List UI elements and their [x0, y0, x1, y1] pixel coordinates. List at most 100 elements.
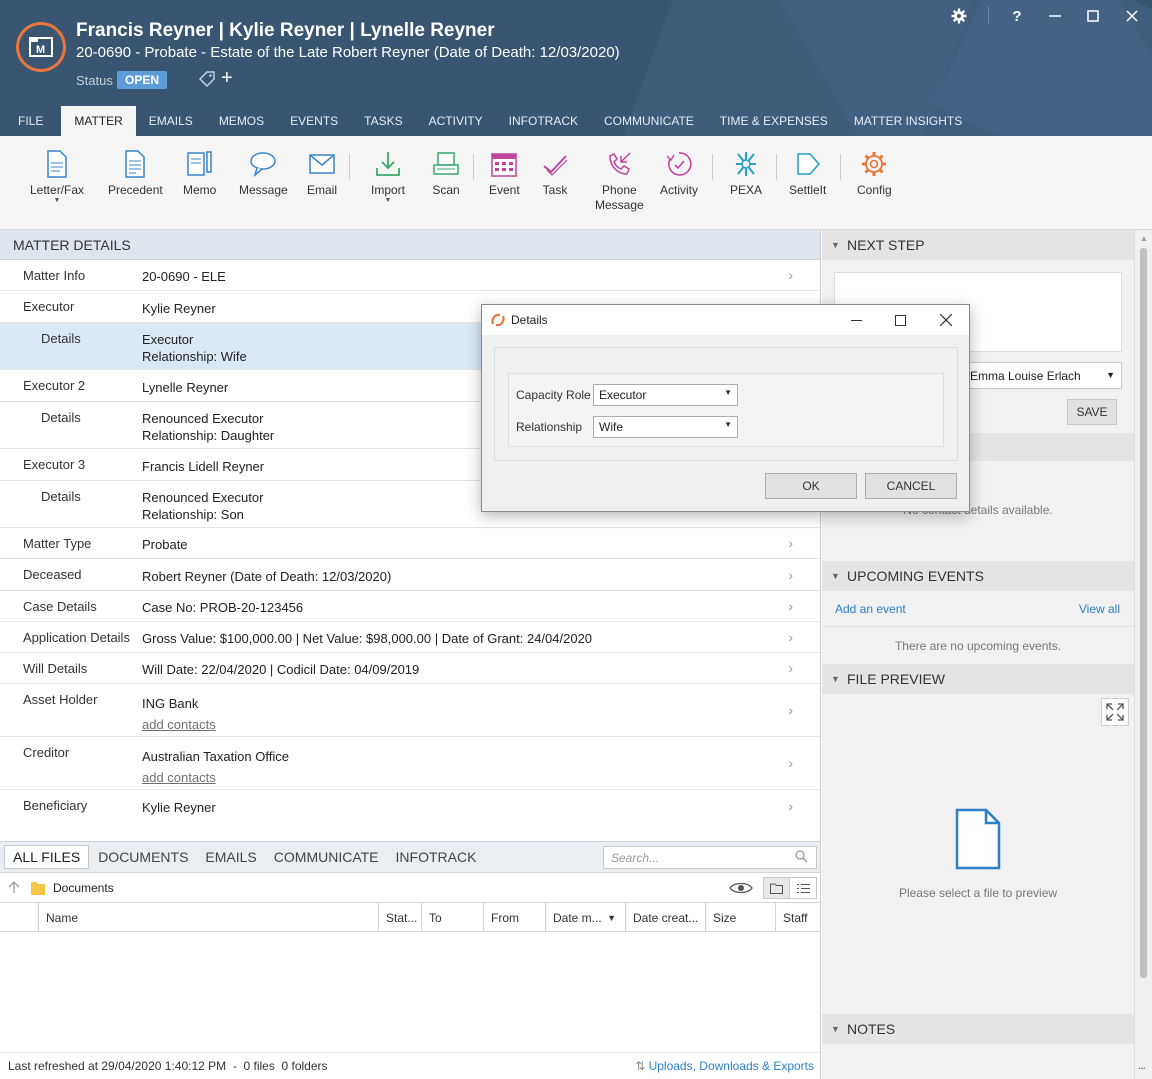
- current-folder[interactable]: Documents: [53, 881, 114, 895]
- close-icon[interactable]: [1120, 4, 1144, 28]
- list-view-icon[interactable]: [790, 878, 816, 898]
- capacity-role-label: Capacity Role: [516, 388, 591, 402]
- detail-row-matter-type[interactable]: Matter Type Probate ›: [0, 528, 820, 559]
- event-button[interactable]: Event: [489, 148, 520, 198]
- help-icon[interactable]: ?: [1005, 4, 1029, 28]
- save-button[interactable]: SAVE: [1067, 399, 1117, 425]
- relationship-select[interactable]: Wife ▼: [593, 416, 738, 438]
- detail-row-will-details[interactable]: Will Details Will Date: 22/04/2020 | Cod…: [0, 653, 820, 684]
- tab-events[interactable]: EVENTS: [277, 106, 351, 136]
- uploads-downloads-link[interactable]: ⇅ Uploads, Downloads & Exports: [635, 1059, 814, 1073]
- maximize-icon[interactable]: [1081, 4, 1105, 28]
- tab-file[interactable]: FILE: [0, 106, 61, 136]
- letter-icon: [42, 148, 72, 180]
- next-step-heading[interactable]: ▼ NEXT STEP: [822, 230, 1134, 260]
- detail-row-beneficiary[interactable]: Beneficiary Kylie Reyner ›: [0, 790, 820, 822]
- tab-time-expenses[interactable]: TIME & EXPENSES: [707, 106, 841, 136]
- main-tabs: FILE MATTER EMAILS MEMOS EVENTS TASKS AC…: [0, 106, 975, 136]
- detail-row-creditor[interactable]: Creditor Australian Taxation Office add c…: [0, 737, 820, 790]
- status-badge[interactable]: OPEN: [117, 71, 168, 89]
- config-button[interactable]: Config: [857, 148, 892, 198]
- upcoming-events-heading[interactable]: ▼ UPCOMING EVENTS: [822, 561, 1134, 591]
- column-name[interactable]: Name: [38, 903, 378, 932]
- tab-memos[interactable]: MEMOS: [206, 106, 277, 136]
- expand-icon[interactable]: [1101, 698, 1129, 726]
- collapse-icon: ▼: [831, 1024, 840, 1034]
- add-tag-icon[interactable]: +: [221, 68, 233, 88]
- sort-down-icon: ▼: [607, 912, 616, 923]
- phone-message-button[interactable]: Phone Message: [595, 148, 644, 213]
- file-preview-heading[interactable]: ▼ FILE PREVIEW: [822, 664, 1134, 694]
- letter-fax-button[interactable]: Letter/Fax ▼: [30, 148, 84, 204]
- column-status[interactable]: Stat...: [378, 903, 421, 932]
- pexa-button[interactable]: PEXA: [730, 148, 762, 198]
- files-search-input[interactable]: Search...: [603, 846, 817, 869]
- tab-matter-insights[interactable]: MATTER INSIGHTS: [841, 106, 975, 136]
- tab-infotrack[interactable]: INFOTRACK: [496, 106, 591, 136]
- up-arrow-icon[interactable]: [8, 881, 20, 896]
- precedent-button[interactable]: Precedent: [108, 148, 163, 198]
- tab-emails[interactable]: EMAILS: [136, 106, 206, 136]
- collapse-icon: ▼: [831, 674, 840, 684]
- no-events-text: There are no upcoming events.: [894, 639, 1062, 653]
- activity-button[interactable]: Activity: [660, 148, 698, 198]
- detail-row-application-details[interactable]: Application Details Gross Value: $100,00…: [0, 622, 820, 653]
- detail-row-asset-holder[interactable]: Asset Holder ING Bank add contacts ›: [0, 684, 820, 737]
- cancel-button[interactable]: CANCEL: [865, 473, 957, 499]
- tag-icon[interactable]: [197, 69, 217, 89]
- column-date-created[interactable]: Date creat...: [625, 903, 705, 932]
- close-icon[interactable]: [936, 310, 956, 330]
- maximize-icon[interactable]: [890, 310, 910, 330]
- chevron-right-icon: ›: [788, 598, 793, 614]
- gear-icon[interactable]: [947, 4, 971, 28]
- minimize-icon[interactable]: [846, 310, 866, 330]
- tab-documents[interactable]: DOCUMENTS: [90, 846, 196, 868]
- scan-button[interactable]: Scan: [431, 148, 461, 198]
- add-event-link[interactable]: Add an event: [835, 602, 906, 616]
- import-button[interactable]: Import ▼: [371, 148, 405, 204]
- tab-tasks[interactable]: TASKS: [351, 106, 415, 136]
- detail-row-deceased[interactable]: Deceased Robert Reyner (Date of Death: 1…: [0, 559, 820, 591]
- tab-all-files[interactable]: ALL FILES: [4, 845, 90, 869]
- column-staff[interactable]: Staff: [775, 903, 820, 932]
- tab-files-emails[interactable]: EMAILS: [197, 846, 264, 868]
- column-date-modified[interactable]: Date m... ▼: [545, 903, 625, 932]
- staff-select[interactable]: Emma Louise Erlach ▼: [965, 362, 1122, 389]
- column-size[interactable]: Size: [705, 903, 775, 932]
- tab-files-communicate[interactable]: COMMUNICATE: [266, 846, 387, 868]
- task-button[interactable]: Task: [540, 148, 570, 198]
- task-icon: [540, 148, 570, 180]
- notes-heading[interactable]: ▼ NOTES: [822, 1014, 1134, 1044]
- matter-title: Francis Reyner | Kylie Reyner | Lynelle …: [76, 20, 495, 41]
- minimize-icon[interactable]: [1043, 4, 1067, 28]
- settleit-button[interactable]: SettleIt: [789, 148, 826, 198]
- tab-communicate[interactable]: COMMUNICATE: [591, 106, 707, 136]
- add-contacts-link[interactable]: add contacts: [142, 770, 216, 785]
- import-icon: [373, 148, 403, 180]
- email-button[interactable]: Email: [307, 148, 337, 198]
- app-swirl-icon: [490, 312, 506, 331]
- folder-view-icon[interactable]: [764, 878, 790, 898]
- eye-icon[interactable]: [729, 881, 753, 898]
- tab-files-infotrack[interactable]: INFOTRACK: [388, 846, 485, 868]
- tab-activity[interactable]: ACTIVITY: [416, 106, 496, 136]
- capacity-role-select[interactable]: Executor ▼: [593, 384, 738, 406]
- detail-row-case-details[interactable]: Case Details Case No: PROB-20-123456 ›: [0, 591, 820, 622]
- message-button[interactable]: Message: [239, 148, 288, 198]
- memo-button[interactable]: Memo: [183, 148, 216, 198]
- dialog-group: Capacity Role Executor ▼ Relationship Wif…: [494, 347, 958, 461]
- detail-row-matter-info[interactable]: Matter Info 20-0690 - ELE ›: [0, 260, 820, 291]
- ok-button[interactable]: OK: [765, 473, 857, 499]
- add-contacts-link[interactable]: add contacts: [142, 717, 216, 732]
- side-panel-scrollbar[interactable]: ▲ ...: [1134, 230, 1152, 1079]
- view-all-link[interactable]: View all: [1079, 602, 1120, 616]
- svg-text:M: M: [36, 44, 45, 56]
- column-from[interactable]: From: [483, 903, 545, 932]
- column-to[interactable]: To: [421, 903, 483, 932]
- scrollbar-thumb[interactable]: [1140, 248, 1147, 978]
- more-icon[interactable]: ...: [1138, 1058, 1146, 1072]
- files-table-header: Name Stat... To From Date m... ▼ Date cre…: [0, 903, 820, 932]
- settleit-icon: [793, 148, 823, 180]
- tab-matter[interactable]: MATTER: [61, 106, 136, 136]
- app-logo-icon: M: [16, 22, 66, 72]
